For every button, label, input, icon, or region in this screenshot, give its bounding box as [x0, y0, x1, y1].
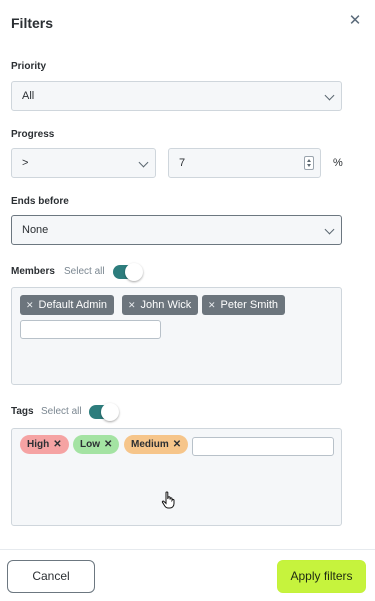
members-select-all-toggle[interactable] — [113, 263, 143, 281]
progress-operator-select[interactable]: > — [11, 148, 156, 178]
member-chip: ✕ Peter Smith — [202, 295, 286, 315]
members-box[interactable]: ✕ Default Admin ✕ John Wick ✕ Peter Smith — [11, 287, 342, 385]
ends-before-select[interactable]: None — [11, 215, 342, 245]
tag-chip-medium: Medium ✕ — [124, 435, 189, 454]
remove-icon[interactable]: ✕ — [208, 295, 216, 315]
member-chip: ✕ John Wick — [122, 295, 199, 315]
tags-select-all-label: Select all — [41, 406, 82, 417]
tags-search-input[interactable] — [192, 437, 334, 456]
chevron-down-icon — [324, 90, 335, 101]
remove-icon[interactable]: ✕ — [26, 295, 34, 315]
priority-value: All — [22, 90, 35, 102]
cancel-button[interactable]: Cancel — [7, 560, 95, 593]
toggle-knob — [125, 263, 143, 281]
priority-select[interactable]: All — [11, 81, 342, 111]
remove-icon[interactable]: ✕ — [173, 439, 181, 450]
members-label: Members — [11, 266, 55, 277]
priority-label: Priority — [11, 61, 47, 72]
tags-select-all-toggle[interactable] — [89, 403, 119, 421]
apply-filters-button[interactable]: Apply filters — [277, 560, 366, 593]
tag-chip-low: Low ✕ — [73, 435, 120, 454]
ends-before-label: Ends before — [11, 196, 69, 207]
members-search-input[interactable] — [20, 320, 161, 339]
chevron-down-icon — [324, 224, 335, 235]
filters-header: Filters ✕ — [11, 13, 365, 35]
remove-icon[interactable]: ✕ — [53, 439, 61, 450]
spinner-icon[interactable] — [304, 156, 314, 170]
progress-value-input[interactable]: 7 — [168, 148, 321, 178]
remove-icon[interactable]: ✕ — [104, 439, 112, 450]
members-select-all-label: Select all — [64, 266, 105, 277]
progress-label: Progress — [11, 129, 55, 140]
footer-divider — [0, 549, 375, 550]
hand-cursor-icon — [161, 491, 175, 509]
page-title: Filters — [11, 15, 54, 31]
close-icon[interactable]: ✕ — [347, 13, 363, 29]
toggle-knob — [101, 403, 119, 421]
chevron-down-icon — [138, 157, 149, 168]
ends-before-value: None — [22, 224, 49, 236]
tag-chip-high: High ✕ — [20, 435, 69, 454]
percent-unit: % — [333, 157, 343, 169]
tags-box[interactable]: High ✕ Low ✕ Medium ✕ — [11, 428, 342, 526]
member-chip: ✕ Default Admin — [20, 295, 115, 315]
tags-label: Tags — [11, 406, 34, 417]
progress-value: 7 — [179, 157, 186, 169]
remove-icon[interactable]: ✕ — [128, 295, 136, 315]
progress-operator-value: > — [22, 157, 29, 169]
